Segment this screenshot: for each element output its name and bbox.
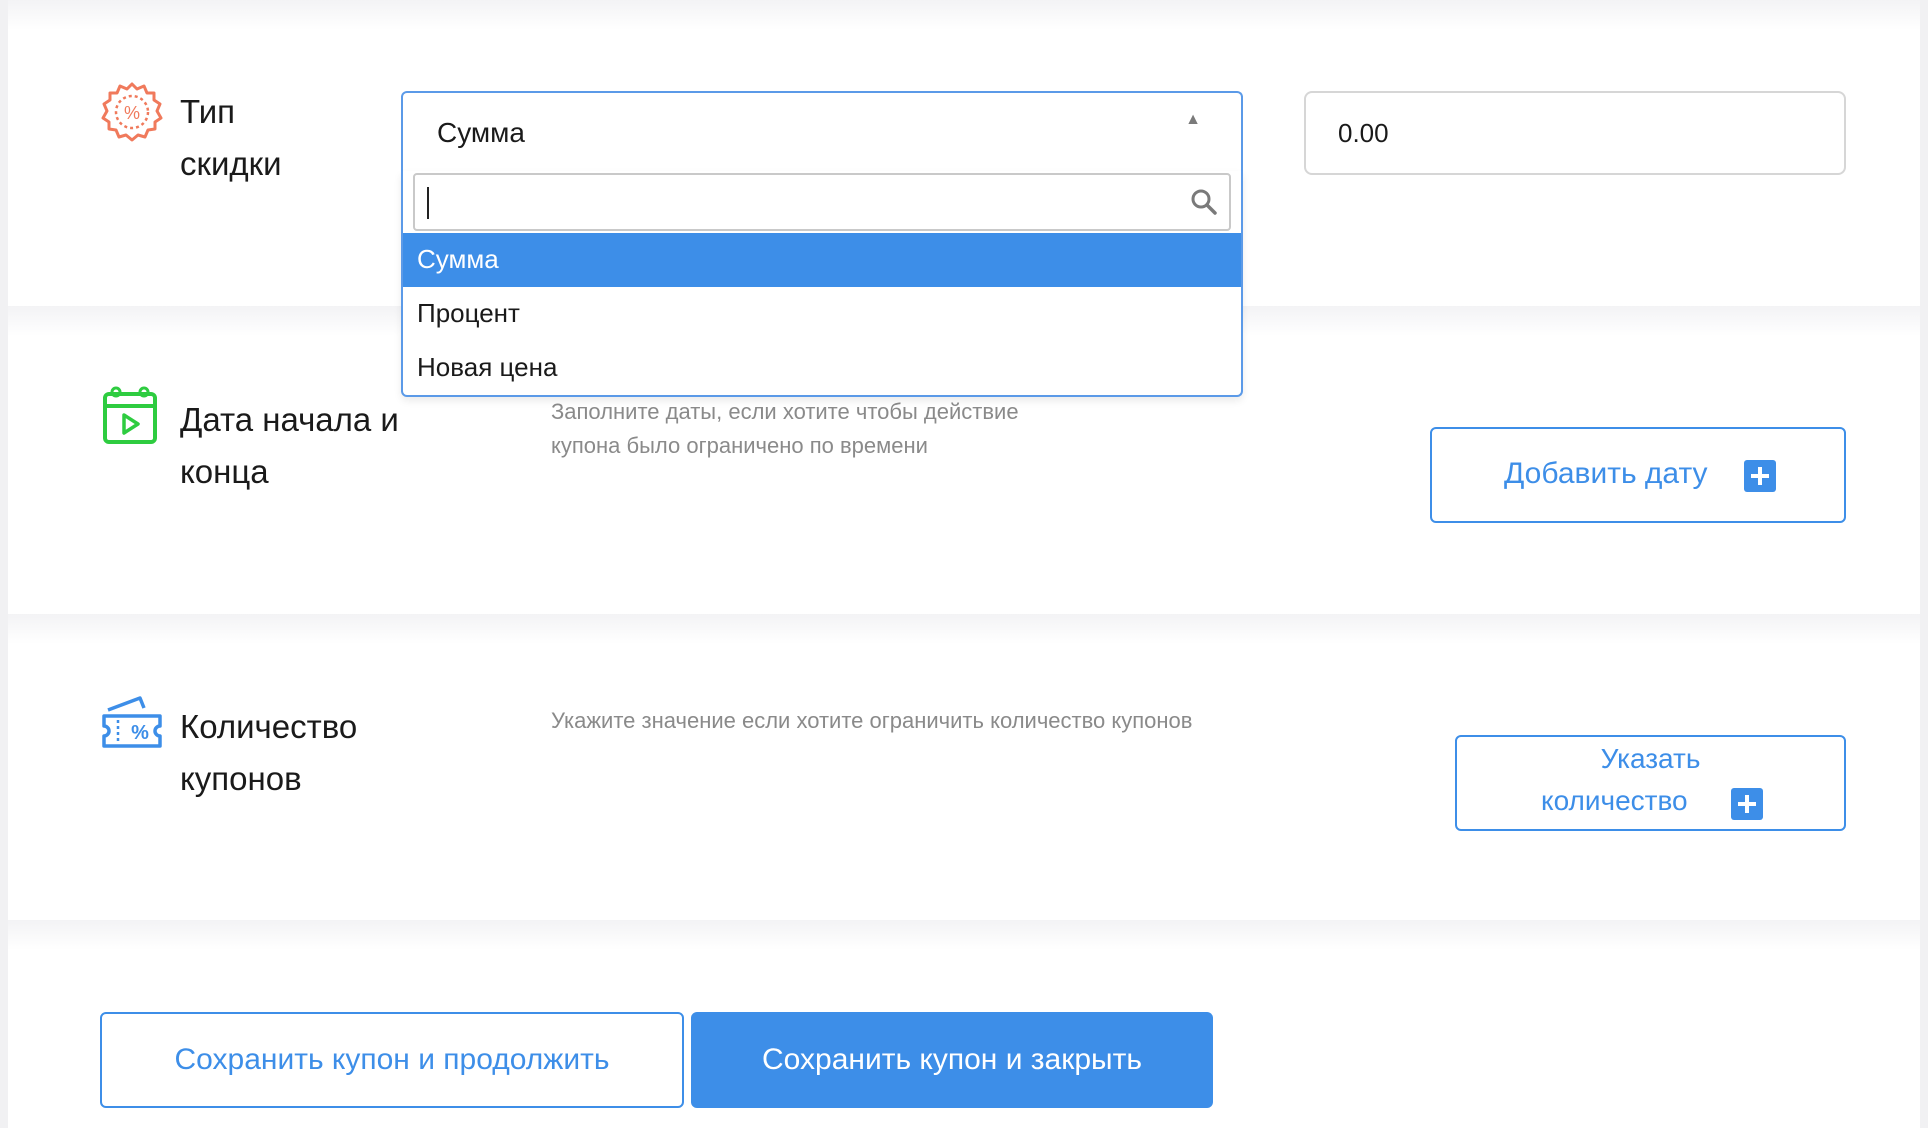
add-date-label: Добавить дату	[1504, 457, 1708, 490]
dropdown-option-percent[interactable]: Процент	[403, 287, 1241, 341]
dropdown-option-new-price[interactable]: Новая цена	[403, 341, 1241, 395]
coupon-ticket-icon: %	[102, 696, 162, 748]
discount-type-selected-value: Сумма	[437, 117, 525, 148]
dates-hint-line2: купона было ограничено по времени	[551, 433, 928, 458]
quantity-hint: Укажите значение если хотите ограничить …	[551, 708, 1193, 733]
plus-icon	[1731, 788, 1763, 820]
coupon-form-page: % Тип скидки Сумма ▲ Сумма Процент Новая…	[0, 0, 1928, 1128]
discount-amount-input[interactable]	[1304, 91, 1846, 175]
svg-text:%: %	[124, 103, 140, 123]
chevron-up-icon: ▲	[1185, 111, 1201, 128]
plus-icon	[1744, 460, 1776, 492]
discount-type-title-line1: Тип	[180, 93, 236, 130]
search-icon	[1191, 189, 1217, 215]
quantity-title-line2: купонов	[180, 760, 302, 797]
dates-hint-line1: Заполните даты, если хотите чтобы действ…	[551, 399, 1019, 424]
discount-type-dropdown: Сумма Процент Новая цена	[401, 171, 1243, 397]
calendar-play-icon	[103, 386, 157, 444]
dates-hint: Заполните даты, если хотите чтобы действ…	[551, 395, 1019, 463]
dropdown-options-list: Сумма Процент Новая цена	[403, 233, 1241, 395]
set-quantity-label-line1: Указать	[1600, 743, 1701, 774]
discount-type-select[interactable]: Сумма ▲	[401, 91, 1243, 171]
discount-type-title: Тип скидки	[180, 86, 420, 190]
quantity-title-line1: Количество	[180, 708, 358, 745]
svg-text:%: %	[131, 722, 149, 744]
quantity-title: Количество купонов	[180, 701, 420, 805]
discount-badge-icon: %	[101, 82, 163, 142]
page-edge-right	[1920, 0, 1928, 1128]
save-and-close-button[interactable]: Сохранить купон и закрыть	[691, 1012, 1213, 1108]
dates-title-line1: Дата начала и	[180, 401, 399, 438]
dropdown-search-input[interactable]	[423, 181, 1187, 225]
set-quantity-button[interactable]: Указать количество	[1455, 735, 1846, 831]
dates-title: Дата начала и конца	[180, 394, 440, 498]
page-edge-left	[0, 0, 8, 1128]
set-quantity-label-line2: количество	[1541, 785, 1688, 816]
save-and-continue-button[interactable]: Сохранить купон и продолжить	[100, 1012, 684, 1108]
dropdown-search-box	[413, 173, 1231, 231]
add-date-button[interactable]: Добавить дату	[1430, 427, 1846, 523]
dates-title-line2: конца	[180, 453, 269, 490]
discount-type-title-line2: скидки	[180, 145, 282, 182]
dropdown-option-sum[interactable]: Сумма	[403, 233, 1241, 287]
